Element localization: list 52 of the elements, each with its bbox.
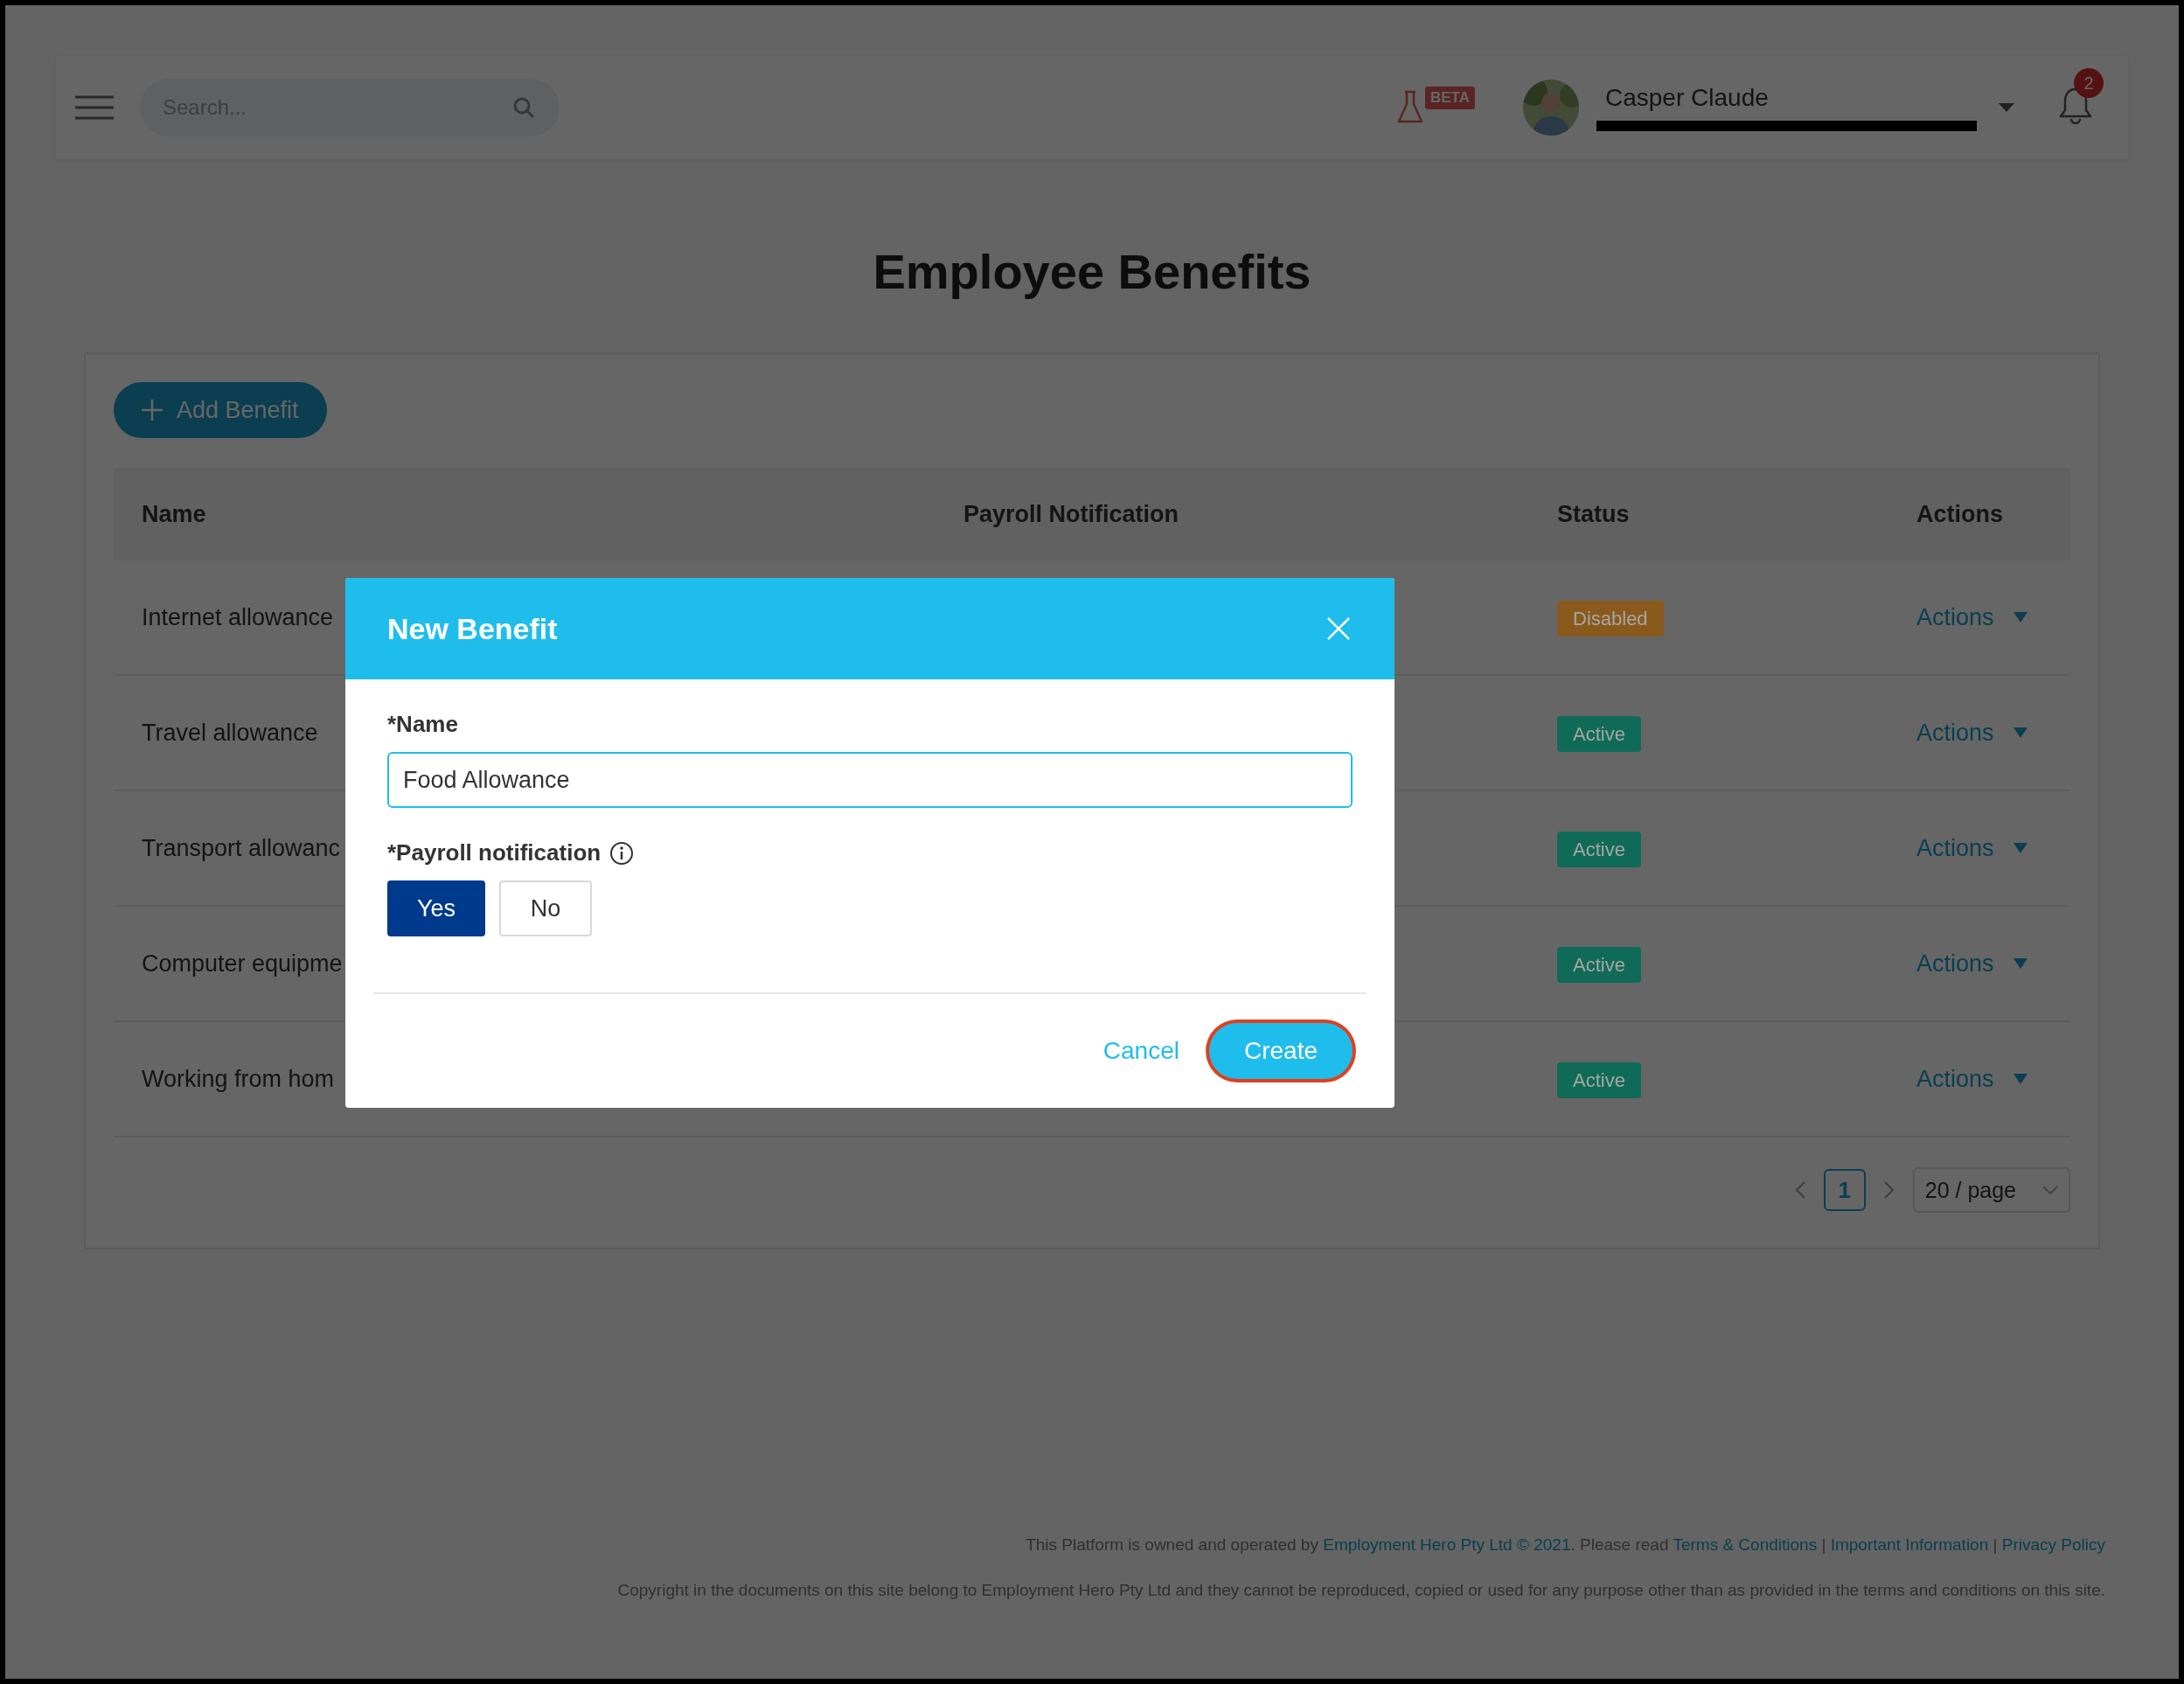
table-cell: Travel allowance xyxy=(142,719,318,746)
actions-dropdown[interactable]: Actions xyxy=(1916,1065,2028,1093)
modal-title: New Benefit xyxy=(387,611,558,646)
plus-icon xyxy=(142,400,163,421)
footer-link[interactable]: Privacy Policy xyxy=(2001,1535,2105,1554)
actions-dropdown[interactable]: Actions xyxy=(1916,603,2028,631)
page-size-select[interactable]: 20 / page xyxy=(1912,1167,2070,1213)
name-input-field[interactable]: Food Allowance xyxy=(387,752,1353,808)
page-button[interactable]: 1 xyxy=(1823,1169,1866,1211)
notification-badge: 2 xyxy=(2074,68,2104,98)
table-cell: Computer equipme xyxy=(142,950,343,977)
column-header: Name xyxy=(141,500,207,528)
beta-badge: BETA xyxy=(1425,87,1475,109)
close-icon[interactable] xyxy=(1326,616,1351,641)
search-icon xyxy=(512,96,535,119)
add-benefit-button[interactable]: Add Benefit xyxy=(114,382,327,438)
option-button[interactable]: No xyxy=(499,880,592,936)
caret-icon xyxy=(2013,1074,2028,1084)
column-header: Status xyxy=(1557,500,1631,528)
caret-icon xyxy=(2013,843,2028,853)
option-button[interactable]: Yes xyxy=(387,880,485,936)
column-header: Payroll Notification xyxy=(963,500,1180,528)
field-label: *Name xyxy=(387,711,459,738)
footer-link[interactable]: Important Information xyxy=(1830,1535,1989,1554)
actions-dropdown[interactable]: Actions xyxy=(1916,719,2028,747)
user-name[interactable]: Casper Claude xyxy=(1605,84,1990,112)
cancel-button[interactable]: Cancel xyxy=(1097,1036,1185,1066)
next-page-icon[interactable] xyxy=(1882,1180,1895,1200)
page-title: Employee Benefits xyxy=(872,243,1312,300)
caret-icon[interactable] xyxy=(1999,103,2014,112)
status-tag: Disabled xyxy=(1557,600,1664,637)
caret-icon xyxy=(2013,958,2028,969)
info-icon xyxy=(609,840,635,866)
flask-icon[interactable] xyxy=(1397,90,1423,125)
status-tag: Active xyxy=(1557,1061,1641,1098)
status-tag: Active xyxy=(1557,831,1641,867)
status-tag: Active xyxy=(1557,715,1641,752)
table-cell: Working from hom xyxy=(142,1065,335,1092)
menu-icon[interactable] xyxy=(75,94,114,121)
column-header: Actions xyxy=(1916,500,2004,528)
chevron-icon xyxy=(2042,1186,2058,1194)
caret-icon xyxy=(2013,727,2028,738)
actions-dropdown[interactable]: Actions xyxy=(1916,950,2028,978)
field-label: *Payroll notification xyxy=(387,839,602,866)
footer-link[interactable]: Terms & Conditions xyxy=(1673,1535,1818,1554)
table-cell: Transport allowanc xyxy=(142,834,341,861)
table-cell: Internet allowance xyxy=(142,603,334,630)
caret-icon xyxy=(2013,612,2028,623)
previous-page-icon[interactable] xyxy=(1793,1180,1806,1200)
status-tag: Active xyxy=(1557,946,1641,983)
footer-link[interactable]: Employment Hero Pty Ltd © 2021 xyxy=(1323,1535,1571,1554)
actions-dropdown[interactable]: Actions xyxy=(1916,834,2028,862)
